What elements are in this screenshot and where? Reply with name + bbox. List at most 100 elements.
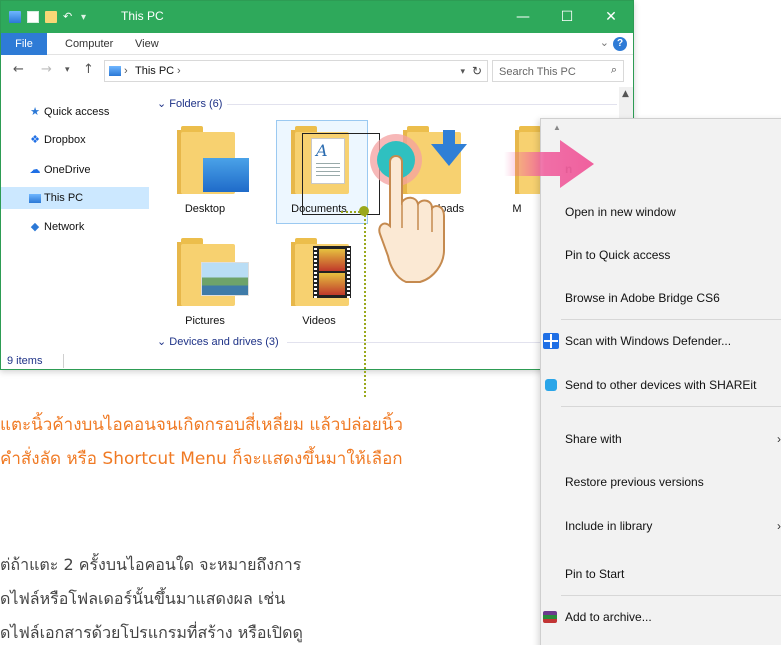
picture-icon [201,262,249,296]
sidebar-item-onedrive[interactable]: ☁ OneDrive [1,159,149,181]
sidebar-item-label: OneDrive [44,164,91,176]
folder-pictures[interactable]: Pictures [159,232,251,332]
menu-item-pin-quick-access[interactable]: Pin to Quick access [541,239,781,271]
menu-item-open-new-window[interactable]: Open in new window [541,196,781,228]
computer-icon [29,194,41,203]
winrar-icon [543,611,557,623]
star-icon: ★ [30,106,40,118]
forward-button[interactable]: → [41,62,52,77]
menu-item-include-library[interactable]: Include in library › [541,510,781,542]
menu-divider [561,595,781,596]
folders-group-header[interactable]: ⌄ Folders (6) [157,97,617,111]
folder-label: Pictures [185,315,225,327]
shield-icon [543,333,559,349]
menu-divider [561,406,781,407]
instruction-line: แตะนิ้วค้างบนไอคอนจนเกิดกรอบสี่เหลี่ยม แ… [0,415,403,435]
dropbox-icon: ❖ [30,134,40,146]
menu-item-scan-defender[interactable]: Scan with Windows Defender... [541,325,781,357]
chevron-down-icon: ⌄ [157,98,170,110]
ribbon: File Computer View ⌄ ? [1,33,633,55]
new-folder-icon[interactable] [45,11,57,23]
sidebar-item-label: Network [44,221,85,233]
pointing-arrow-icon [504,140,594,188]
body-text-line: ดไฟล์หรือโฟลเดอร์นั้นขึ้นมาแสดงผล เช่น [0,589,286,608]
tab-computer[interactable]: Computer [65,36,113,52]
search-icon[interactable]: ⌕ [611,64,617,77]
tab-view[interactable]: View [135,36,159,52]
menu-item-label: Restore previous versions [565,475,704,489]
tab-file[interactable]: File [1,33,47,55]
minimize-button[interactable]: — [501,1,545,33]
film-holes [314,246,317,298]
menu-item-pin-start[interactable]: Pin to Start [541,558,781,590]
film-frame [319,273,345,295]
sidebar-item-this-pc[interactable]: This PC [1,187,149,209]
shareit-icon [545,379,557,391]
address-bar[interactable]: › This PC › ▾ ↻ [104,60,488,82]
navigation-pane: ★ Quick access ❖ Dropbox ☁ OneDrive This… [1,87,149,351]
undo-icon[interactable]: ↶ [63,11,75,23]
search-input[interactable] [499,64,599,79]
sidebar-item-quick-access[interactable]: ★ Quick access [1,101,149,123]
maximize-button[interactable]: ☐ [545,1,589,33]
body-text-line: ต่ถ้าแตะ 2 ครั้งบนไอคอนใด จะหมายถึงการ [0,555,302,574]
drives-group-header[interactable]: ⌄ Devices and drives (3) [157,335,617,349]
touch-hand-icon [370,134,445,283]
breadcrumb-this-pc[interactable]: This PC [135,61,174,81]
menu-item-label: Browse in Adobe Bridge CS6 [565,291,720,305]
menu-item-send-shareit[interactable]: Send to other devices with SHAREit [541,369,781,401]
back-button[interactable]: ← [13,62,24,77]
submenu-arrow-icon: › [777,432,781,446]
window-title: This PC [121,9,164,23]
chevron-down-icon: ⌄ [157,336,170,348]
folder-videos[interactable]: Videos [273,232,365,332]
menu-item-label: Pin to Start [565,567,625,581]
sidebar-item-label: This PC [44,192,84,204]
menu-item-label: Pin to Quick access [565,248,671,262]
sidebar-item-network[interactable]: ◆ Network [1,216,149,238]
menu-item-label: Include in library [565,519,653,533]
search-box[interactable]: ⌕ [492,60,624,82]
divider [63,354,64,368]
film-frame [319,249,345,271]
computer-icon [9,11,21,23]
breadcrumb-separator[interactable]: › [124,61,128,81]
context-menu: ▲ n Open in new window Pin to Quick acce… [540,118,781,645]
breadcrumb-separator[interactable]: › [177,61,181,81]
properties-icon[interactable] [27,11,39,23]
desktop-icon [203,158,249,192]
menu-item-label: Share with [565,432,622,446]
group-header-label: Devices and drives (3) [169,336,279,348]
item-count: 9 items [7,355,43,367]
cloud-icon: ☁ [29,164,41,176]
up-button[interactable]: ↑ [83,62,94,77]
customize-toolbar-icon[interactable]: ▾ [81,12,86,23]
sidebar-item-label: Quick access [44,106,110,118]
guide-line [364,211,366,397]
divider [227,104,617,105]
menu-item-share-with[interactable]: Share with › [541,423,781,455]
address-dropdown-button[interactable]: ▾ [460,61,465,81]
guide-dot [359,206,369,216]
instruction-line: คำสั่งลัด หรือ Shortcut Menu ก็จะแสดงขึ้… [0,449,403,469]
menu-item-add-archive[interactable]: Add to archive... [541,601,781,633]
submenu-arrow-icon: › [777,519,781,533]
expand-ribbon-icon[interactable]: ⌄ [600,36,609,49]
scroll-up-icon[interactable]: ▲ [553,123,561,132]
folder-desktop[interactable]: Desktop [159,120,251,220]
menu-item-restore-versions[interactable]: Restore previous versions [541,466,781,498]
title-bar[interactable]: ↶ ▾ This PC — ☐ ✕ [1,1,633,33]
scroll-up-icon[interactable]: ▲ [622,89,629,99]
quick-access-toolbar: ↶ ▾ [9,10,86,24]
menu-divider [561,319,781,320]
menu-item-browse-bridge[interactable]: Browse in Adobe Bridge CS6 [541,282,781,314]
status-bar: 9 items [1,351,633,369]
menu-item-label: Scan with Windows Defender... [565,334,732,348]
sidebar-item-dropbox[interactable]: ❖ Dropbox [1,129,149,151]
menu-item-label: Add to archive... [565,610,652,624]
refresh-button[interactable]: ↻ [472,61,482,81]
film-holes [347,246,350,298]
help-icon[interactable]: ? [613,37,627,51]
recent-locations-button[interactable]: ▾ [65,65,70,75]
close-button[interactable]: ✕ [589,1,633,33]
